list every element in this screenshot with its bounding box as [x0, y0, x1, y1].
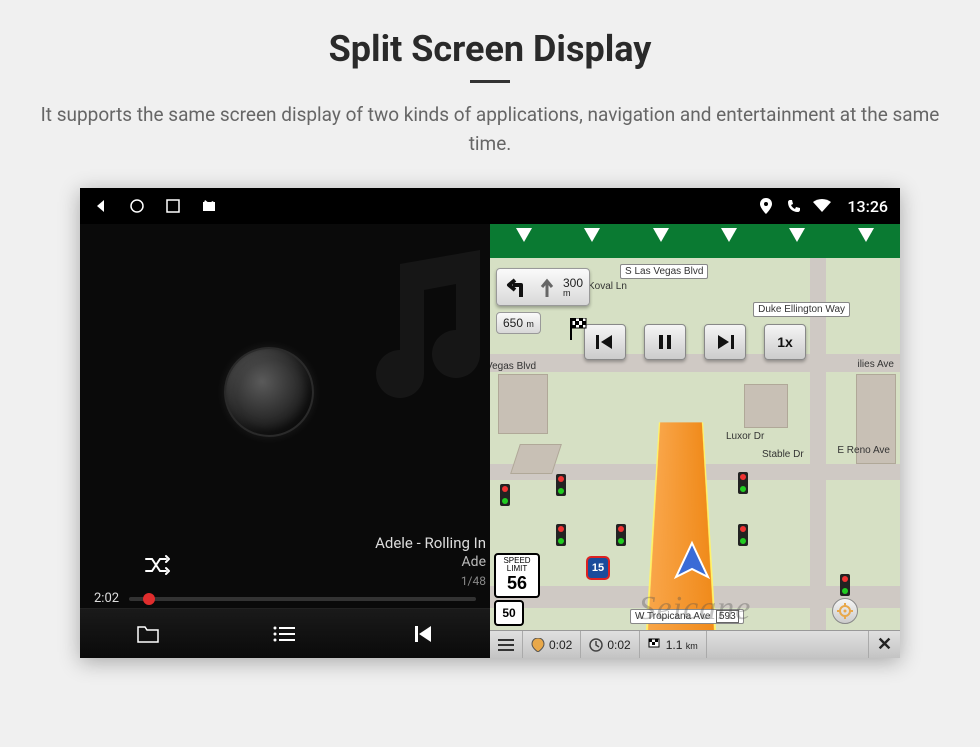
- speed-limit-sign: SPEED LIMIT 56: [494, 553, 540, 598]
- device-screen: 13:26 Adele - Rolling In Ade 1/48 2:02: [80, 188, 900, 658]
- pause-button[interactable]: [644, 324, 686, 360]
- joystick-control[interactable]: [224, 347, 314, 437]
- turn-distance: 300: [563, 277, 583, 289]
- previous-track-button[interactable]: [408, 620, 436, 648]
- street-label: Koval Ln: [584, 280, 631, 293]
- status-indicators: 13:26: [757, 197, 888, 216]
- nav-menu-button[interactable]: [490, 631, 523, 658]
- turn-instruction-primary[interactable]: 300 m: [496, 268, 590, 306]
- elapsed-time: 2:02: [94, 591, 119, 606]
- lane-arrow-icon: [721, 228, 737, 242]
- interstate-sign: 15: [586, 556, 610, 580]
- lane-arrow-icon: [653, 228, 669, 242]
- vehicle-cursor-icon: [670, 539, 714, 588]
- turn-unit: m: [563, 289, 571, 298]
- track-index: 1/48: [80, 574, 486, 588]
- route-playback-controls: 1x: [584, 324, 806, 360]
- route-sign: 50: [494, 600, 524, 626]
- back-icon[interactable]: [92, 197, 110, 215]
- skip-forward-button[interactable]: [704, 324, 746, 360]
- page-title: Split Screen Display: [0, 28, 980, 70]
- street-label: Stable Dr: [758, 448, 808, 461]
- navigation-pane: S Las Vegas Blvd Duke Ellington Way Kova…: [490, 224, 900, 658]
- folder-button[interactable]: [134, 620, 162, 648]
- destination-button[interactable]: 0:02: [523, 631, 581, 658]
- lane-arrow-icon: [789, 228, 805, 242]
- nav-bottom-bar: 0:02 0:02 1.1 km ✕: [490, 630, 900, 658]
- lane-arrow-icon: [584, 228, 600, 242]
- traffic-light-icon: [840, 574, 850, 596]
- music-bottom-bar: [80, 608, 490, 658]
- lane-arrow-icon: [858, 228, 874, 242]
- traffic-light-icon: [556, 524, 566, 546]
- page-subtitle: It supports the same screen display of t…: [40, 101, 940, 158]
- music-player-pane: Adele - Rolling In Ade 1/48 2:02: [80, 224, 490, 658]
- traffic-light-icon: [738, 472, 748, 494]
- destination-flag-icon: [570, 318, 588, 345]
- building: [498, 374, 548, 434]
- home-icon[interactable]: [128, 197, 146, 215]
- recenter-button[interactable]: [832, 598, 858, 624]
- seek-bar[interactable]: [129, 597, 476, 601]
- street-label: E Reno Ave: [833, 444, 894, 457]
- traffic-light-icon: [556, 474, 566, 496]
- clock: 13:26: [847, 197, 888, 216]
- street-label: Vegas Blvd: [490, 360, 540, 373]
- lane-guidance-bar: [490, 224, 900, 258]
- street-label: ilies Ave: [853, 358, 898, 371]
- skip-back-button[interactable]: [584, 324, 626, 360]
- seek-thumb[interactable]: [143, 593, 155, 605]
- eta-button[interactable]: 0:02: [581, 631, 639, 658]
- remaining-distance[interactable]: 1.1 km: [640, 631, 707, 658]
- turn-instruction-secondary[interactable]: 650 m: [496, 312, 541, 334]
- watermark: Seicane: [639, 590, 752, 628]
- split-container: Adele - Rolling In Ade 1/48 2:02: [80, 224, 900, 658]
- close-nav-button[interactable]: ✕: [868, 631, 900, 658]
- traffic-light-icon: [738, 524, 748, 546]
- screenshot-icon[interactable]: [200, 197, 218, 215]
- track-title: Adele - Rolling In: [80, 534, 486, 552]
- building: [744, 384, 788, 428]
- recent-apps-icon[interactable]: [164, 197, 182, 215]
- street-label: Duke Ellington Way: [753, 302, 850, 317]
- street-label: Luxor Dr: [722, 430, 768, 443]
- playlist-button[interactable]: [271, 620, 299, 648]
- title-underline: [470, 80, 510, 83]
- traffic-light-icon: [500, 484, 510, 506]
- playback-speed-button[interactable]: 1x: [764, 324, 806, 360]
- android-nav-buttons: [92, 197, 218, 215]
- track-artist: Ade: [80, 554, 486, 570]
- lane-arrow-icon: [516, 228, 532, 242]
- progress-row: 2:02: [80, 591, 490, 606]
- street-label: S Las Vegas Blvd: [620, 264, 708, 279]
- traffic-light-icon: [616, 524, 626, 546]
- wifi-icon: [813, 197, 831, 215]
- phone-icon: [785, 197, 803, 215]
- location-icon: [757, 197, 775, 215]
- android-status-bar: 13:26: [80, 188, 900, 224]
- track-info: Adele - Rolling In Ade 1/48: [80, 534, 490, 588]
